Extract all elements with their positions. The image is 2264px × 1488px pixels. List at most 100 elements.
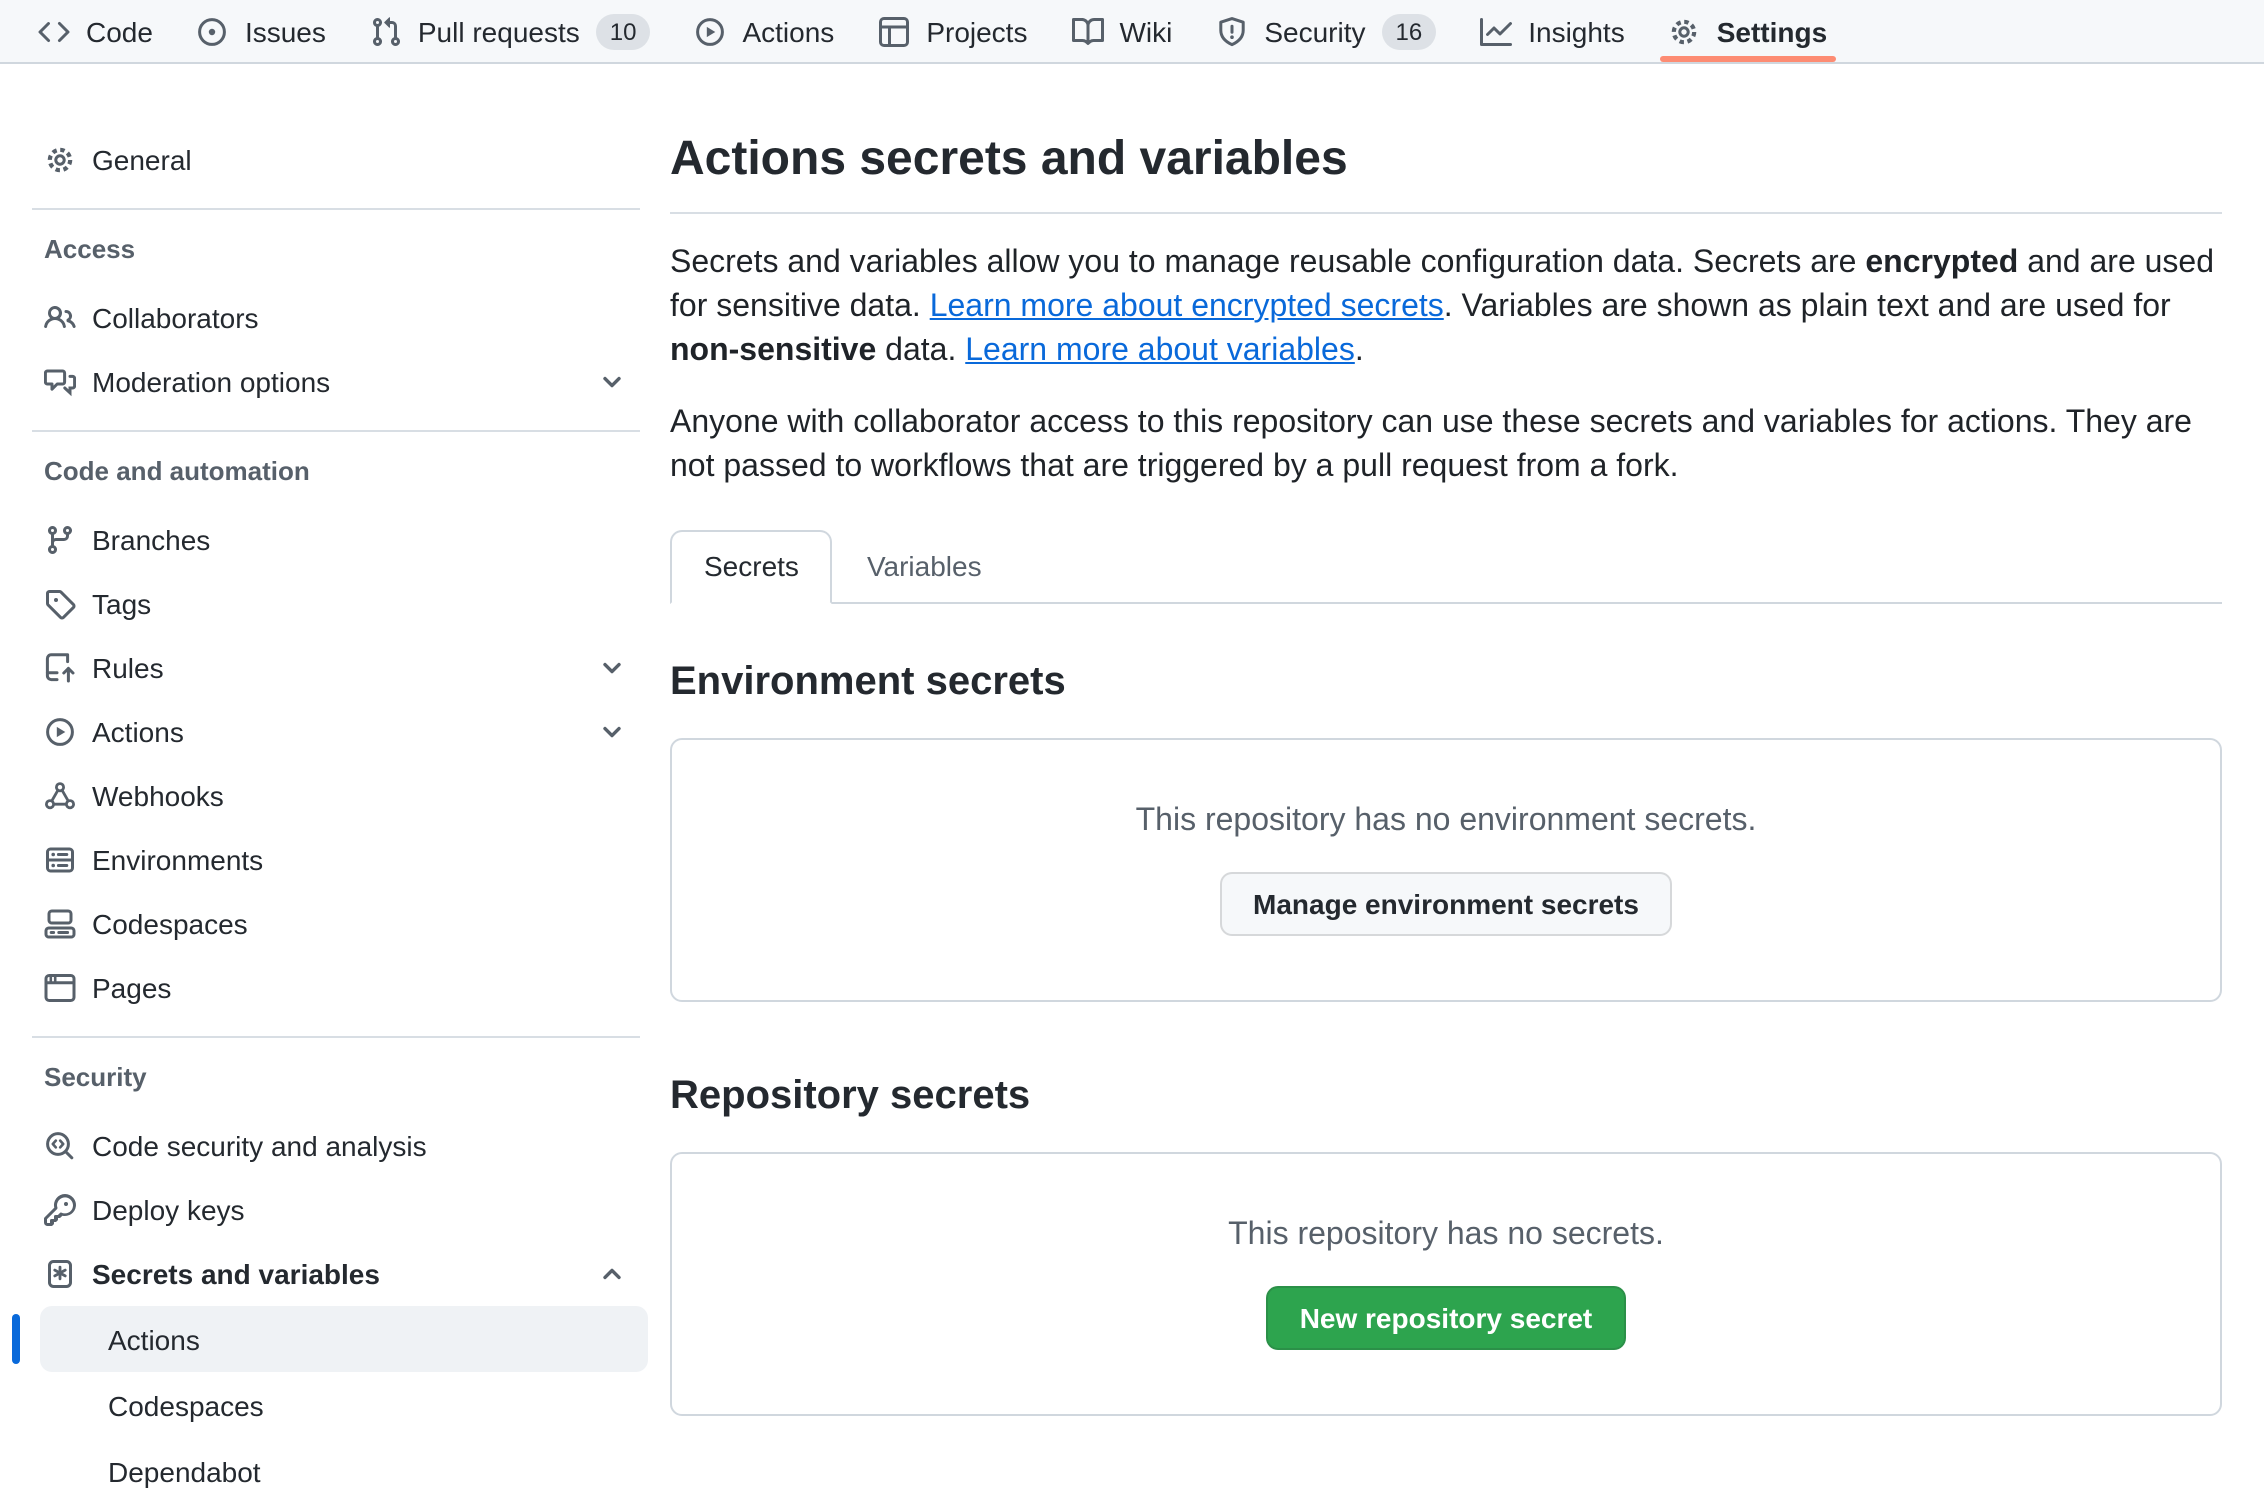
learn-more-encrypted-secrets-link[interactable]: Learn more about encrypted secrets [930, 290, 1444, 324]
sidebar-item-label: Branches [92, 524, 210, 556]
shield-icon [1216, 15, 1248, 47]
sidebar-divider [32, 1036, 640, 1038]
sidebar-item-pages[interactable]: Pages [24, 956, 648, 1020]
gear-icon [1669, 15, 1701, 47]
nav-tab-label: Projects [926, 15, 1027, 47]
intro-paragraph-1: Secrets and variables allow you to manag… [670, 242, 2222, 374]
tab-variables[interactable]: Variables [833, 530, 1016, 602]
sidebar-item-label: Deploy keys [92, 1194, 245, 1226]
intro-paragraph-2: Anyone with collaborator access to this … [670, 402, 2222, 490]
sidebar-item-code-security-and-analysis[interactable]: Code security and analysis [24, 1114, 648, 1178]
sidebar-item-tags[interactable]: Tags [24, 572, 648, 636]
play-icon [44, 716, 76, 748]
sidebar-item-rules[interactable]: Rules [24, 636, 648, 700]
sidebar-item-label: Collaborators [92, 302, 259, 334]
table-icon [878, 15, 910, 47]
security-count-badge: 16 [1382, 13, 1437, 49]
browser-icon [44, 972, 76, 1004]
page-title: Actions secrets and variables [670, 124, 2222, 214]
secrets-variables-tabnav: Secrets Variables [670, 530, 2222, 604]
repository-secrets-empty-text: This repository has no secrets. [1228, 1218, 1664, 1254]
chevron-down-icon [596, 716, 628, 748]
sidebar-item-moderation-options[interactable]: Moderation options [24, 350, 648, 414]
nav-tab-label: Security [1264, 15, 1365, 47]
graph-icon [1480, 15, 1512, 47]
pull-requests-count-badge: 10 [596, 13, 651, 49]
new-repository-secret-button[interactable]: New repository secret [1266, 1286, 1627, 1350]
sidebar-item-environments[interactable]: Environments [24, 828, 648, 892]
sidebar-item-webhooks[interactable]: Webhooks [24, 764, 648, 828]
nav-tab-pull-requests[interactable]: Pull requests 10 [348, 0, 673, 62]
nav-tab-label: Actions [742, 15, 834, 47]
issue-opened-icon [197, 15, 229, 47]
environment-secrets-heading: Environment secrets [670, 660, 2222, 706]
sidebar-subitem-label: Codespaces [108, 1389, 264, 1421]
nav-tab-settings[interactable]: Settings [1647, 0, 1849, 62]
sidebar-subitem-dependabot[interactable]: Dependabot [40, 1438, 648, 1488]
sidebar-subitem-label: Dependabot [108, 1455, 261, 1487]
nav-tab-code[interactable]: Code [16, 0, 175, 62]
repository-secrets-heading: Repository secrets [670, 1074, 2222, 1120]
sidebar-item-label: Actions [92, 716, 184, 748]
code-icon [38, 15, 70, 47]
sidebar-section-code-and-automation: Code and automation [24, 448, 648, 496]
intro-text: . Variables are shown as plain text and … [1444, 290, 2171, 324]
webhook-icon [44, 780, 76, 812]
sidebar-item-branches[interactable]: Branches [24, 508, 648, 572]
intro-text: Secrets and variables allow you to manag… [670, 246, 1865, 280]
sidebar-item-label: Moderation options [92, 366, 330, 398]
sidebar-item-general[interactable]: General [24, 128, 648, 192]
nav-tab-label: Code [86, 15, 153, 47]
sidebar-divider [32, 430, 640, 432]
sidebar-item-secrets-and-variables[interactable]: Secrets and variables [24, 1242, 648, 1306]
repo-push-icon [44, 652, 76, 684]
sidebar-section-access: Access [24, 226, 648, 274]
environment-secrets-empty-box: This repository has no environment secre… [670, 738, 2222, 1002]
comment-discussion-icon [44, 366, 76, 398]
sidebar-item-label: Environments [92, 844, 263, 876]
intro-bold-non-sensitive: non-sensitive [670, 334, 876, 368]
key-icon [44, 1194, 76, 1226]
sidebar-subitem-actions[interactable]: Actions [40, 1306, 648, 1372]
nav-tab-insights[interactable]: Insights [1458, 0, 1647, 62]
main-content: Actions secrets and variables Secrets an… [670, 64, 2222, 1416]
settings-sidebar: General Access Collaborators Moderation … [0, 64, 672, 1488]
tag-icon [44, 588, 76, 620]
nav-tab-label: Issues [245, 15, 326, 47]
chevron-down-icon [596, 366, 628, 398]
sidebar-item-label: General [92, 144, 192, 176]
sidebar-divider [32, 208, 640, 210]
sidebar-section-security: Security [24, 1054, 648, 1102]
git-branch-icon [44, 524, 76, 556]
people-icon [44, 302, 76, 334]
sidebar-item-collaborators[interactable]: Collaborators [24, 286, 648, 350]
sidebar-item-label: Code security and analysis [92, 1130, 427, 1162]
git-pull-request-icon [370, 15, 402, 47]
play-icon [694, 15, 726, 47]
codespaces-icon [44, 908, 76, 940]
sidebar-item-label: Tags [92, 588, 151, 620]
sidebar-item-label: Rules [92, 652, 164, 684]
gear-icon [44, 144, 76, 176]
nav-tab-issues[interactable]: Issues [175, 0, 348, 62]
nav-tab-security[interactable]: Security 16 [1194, 0, 1458, 62]
learn-more-variables-link[interactable]: Learn more about variables [965, 334, 1355, 368]
sidebar-subitem-codespaces[interactable]: Codespaces [40, 1372, 648, 1438]
nav-tab-projects[interactable]: Projects [856, 0, 1049, 62]
nav-tab-label: Insights [1528, 15, 1625, 47]
chevron-down-icon [596, 652, 628, 684]
tab-secrets[interactable]: Secrets [670, 530, 833, 604]
nav-tab-wiki[interactable]: Wiki [1049, 0, 1194, 62]
sidebar-item-label: Codespaces [92, 908, 248, 940]
sidebar-item-actions[interactable]: Actions [24, 700, 648, 764]
sidebar-item-codespaces[interactable]: Codespaces [24, 892, 648, 956]
repository-secrets-empty-box: This repository has no secrets. New repo… [670, 1152, 2222, 1416]
environment-secrets-empty-text: This repository has no environment secre… [1136, 804, 1757, 840]
nav-tab-actions[interactable]: Actions [672, 0, 856, 62]
manage-environment-secrets-button[interactable]: Manage environment secrets [1219, 872, 1673, 936]
sidebar-item-deploy-keys[interactable]: Deploy keys [24, 1178, 648, 1242]
intro-text: . [1355, 334, 1364, 368]
chevron-up-icon [596, 1258, 628, 1290]
nav-tab-label: Pull requests [418, 15, 580, 47]
intro-text: data. [876, 334, 965, 368]
